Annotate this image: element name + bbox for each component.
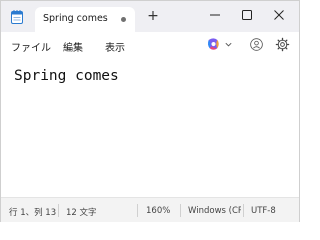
line-ending[interactable]: Windows (CRLF)	[188, 206, 241, 216]
zoom-level[interactable]: 160%	[146, 206, 170, 216]
tab-title: Spring comes	[43, 13, 108, 24]
chevron-down-icon[interactable]	[224, 40, 233, 49]
unsaved-dot-icon[interactable]	[121, 17, 126, 22]
notepad-icon	[11, 10, 23, 24]
notepad-window: Spring comes + ファイル 編集 表示 Spring comes 行…	[0, 0, 300, 222]
status-divider	[58, 204, 59, 217]
minimize-icon[interactable]	[203, 4, 227, 26]
maximize-icon[interactable]	[235, 4, 259, 26]
menu-view[interactable]: 表示	[105, 39, 125, 54]
menu-edit[interactable]: 編集	[63, 39, 83, 54]
title-bar: Spring comes +	[1, 1, 299, 32]
account-icon[interactable]	[250, 38, 263, 51]
encoding[interactable]: UTF-8	[251, 206, 276, 216]
status-bar: 行 1、列 13 12 文字 160% Windows (CRLF) UTF-8	[1, 197, 299, 222]
character-count: 12 文字	[66, 208, 97, 218]
gear-icon[interactable]	[275, 37, 290, 52]
status-divider	[180, 204, 181, 217]
menu-file[interactable]: ファイル	[11, 39, 51, 54]
text-editor[interactable]: Spring comes	[1, 60, 299, 197]
new-tab-button[interactable]: +	[146, 9, 160, 23]
status-divider	[243, 204, 244, 217]
tab-document[interactable]: Spring comes	[35, 7, 135, 32]
editor-content[interactable]: Spring comes	[14, 68, 119, 84]
close-icon[interactable]	[267, 4, 291, 26]
menu-bar: ファイル 編集 表示	[1, 32, 299, 60]
cursor-position: 行 1、列 13	[9, 208, 57, 218]
status-divider	[137, 204, 138, 217]
copilot-icon[interactable]	[206, 37, 221, 52]
